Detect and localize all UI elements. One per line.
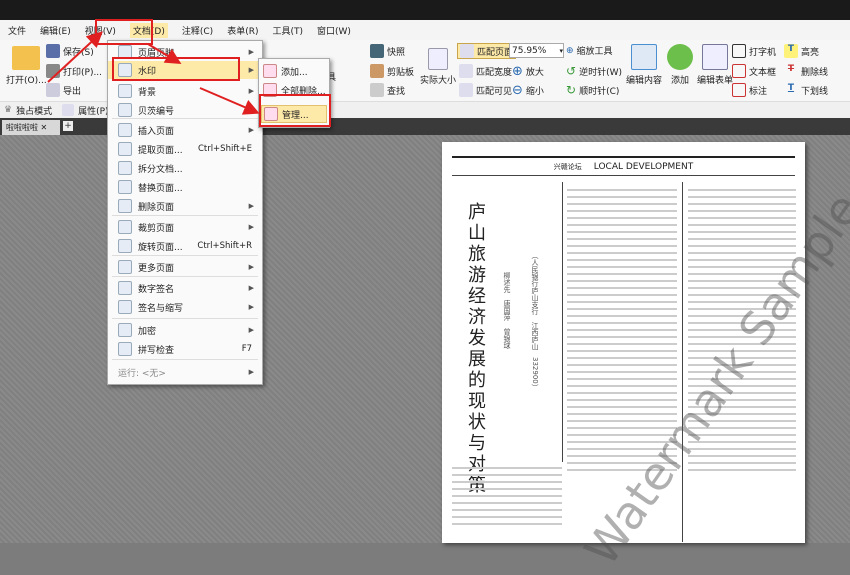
arrow-3: [199, 87, 260, 115]
arrow-2: [147, 43, 182, 65]
annotation-arrows: [47, 31, 260, 115]
arrow-1: [47, 31, 103, 83]
